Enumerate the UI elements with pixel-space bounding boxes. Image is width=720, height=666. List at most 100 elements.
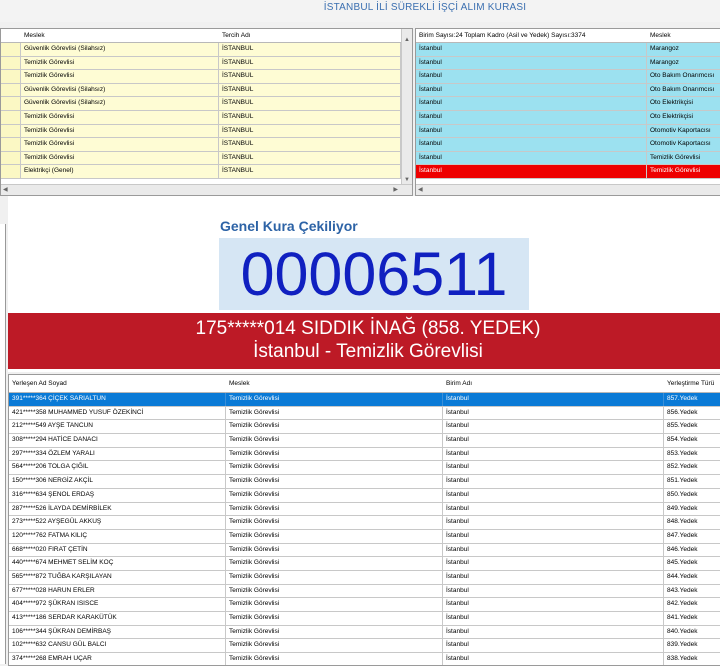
table-row[interactable]: İstanbul Oto Bakım Onarımcısı (416, 83, 720, 98)
table-row[interactable]: 273*****522 AYŞEGÜL AKKUŞ Temizlik Görevl… (9, 516, 720, 530)
table-row[interactable]: Güvenlik Görevlisi (Silahsız) İSTANBUL (1, 83, 412, 98)
table-cell: İstanbul (443, 475, 664, 488)
table-row[interactable]: 565*****872 TUĞBA KARŞILAYAN Temizlik Gör… (9, 570, 720, 585)
table-row[interactable]: İstanbul Otomotiv Kaportacısı (416, 138, 720, 152)
row-selector[interactable] (1, 43, 21, 56)
choices-grid[interactable]: Meslek Tercih Adı Güvenlik Görevlisi (Si… (0, 28, 413, 196)
table-row[interactable]: 308*****294 HATİCE DANACI Temizlik Görevl… (9, 434, 720, 448)
table-cell: 846.Yedek (667, 545, 698, 553)
table-row[interactable]: 374*****268 EMRAH UÇAR Temizlik Görevlisi… (9, 653, 720, 665)
table-row[interactable]: Güvenlik Görevlisi (Silahsız) İSTANBUL (1, 97, 412, 111)
row-selector[interactable] (1, 124, 21, 138)
table-row[interactable]: Temizlik Görevlisi İSTANBUL (1, 151, 412, 166)
table-cell: Güvenlik Görevlisi (Silahsız) (21, 83, 219, 97)
choices-grid-horizontal-scrollbar[interactable]: ◀ ▶ (1, 184, 412, 195)
table-cell: Oto Bakım Onarımcısı (647, 70, 720, 83)
table-row[interactable]: 297*****334 ÖZLEM YARALI Temizlik Görevli… (9, 447, 720, 462)
table-cell: Temizlik Görevlisi (226, 516, 443, 529)
table-row[interactable]: Temizlik Görevlisi İSTANBUL (1, 110, 412, 125)
table-row[interactable]: 677*****028 HARUN ERLER Temizlik Görevlis… (9, 584, 720, 599)
table-cell: 841.Yedek (667, 614, 698, 621)
scroll-up-icon[interactable]: ▲ (404, 37, 410, 43)
table-row[interactable]: Güvenlik Görevlisi (Silahsız) İSTANBUL (1, 43, 412, 57)
scroll-down-icon[interactable]: ▼ (404, 177, 410, 183)
column-header-yerlestirme-turu[interactable]: Yerleştirme Türü (664, 375, 720, 392)
column-header-yerlesen-ad-soyad[interactable]: Yerleşen Ad Soyad (9, 375, 226, 392)
table-row[interactable]: 668*****020 FIRAT ÇETİN Temizlik Görevlis… (9, 543, 720, 558)
row-selector[interactable] (1, 110, 21, 124)
placed-candidates-grid-body: 391*****364 ÇİÇEK SARIALTUN Temizlik Göre… (9, 393, 720, 665)
table-cell: 565*****872 TUĞBA KARŞILAYAN (9, 570, 226, 584)
column-header-tercih-adi[interactable]: Tercih Adı (219, 29, 401, 42)
table-row[interactable]: Temizlik Görevlisi İSTANBUL (1, 56, 412, 71)
row-selector[interactable] (1, 97, 21, 110)
table-row[interactable]: 287*****526 İLAYDA DEMİRBİLEK Temizlik Gö… (9, 502, 720, 517)
table-cell: 440*****674 MEHMET SELİM KOÇ (9, 557, 226, 570)
units-grid[interactable]: Birim Sayısı:24 Toplam Kadro (Asil ve Ye… (415, 28, 720, 196)
table-row[interactable]: 440*****674 MEHMET SELİM KOÇ Temizlik Gör… (9, 557, 720, 571)
table-cell: İstanbul (416, 83, 647, 97)
draw-number: 00006511 (240, 240, 508, 308)
table-row[interactable]: 391*****364 ÇİÇEK SARIALTUN Temizlik Göre… (9, 393, 720, 407)
table-row[interactable]: 102*****632 CANSU GÜL BALCI Temizlik Göre… (9, 639, 720, 654)
table-row[interactable]: 421*****358 MUHAMMED YUSUF ÖZEKİNCİ Temiz… (9, 406, 720, 421)
table-cell: İstanbul (416, 165, 647, 178)
table-row[interactable]: Temizlik Görevlisi İSTANBUL (1, 124, 412, 139)
column-header-meslek[interactable]: Meslek (226, 375, 443, 392)
scroll-left-icon[interactable]: ◀ (3, 186, 8, 193)
table-row[interactable]: 316*****634 ŞENOL ERDAŞ Temizlik Görevlis… (9, 488, 720, 503)
row-selector[interactable] (1, 138, 21, 151)
table-cell: İstanbul (443, 529, 664, 543)
table-row[interactable]: Temizlik Görevlisi İSTANBUL (1, 70, 412, 84)
table-cell: 855.Yedek (667, 422, 698, 430)
table-row[interactable]: İstanbul Oto Bakım Onarımcısı (416, 70, 720, 84)
table-cell: Temizlik Görevlisi (647, 165, 720, 178)
table-cell: Temizlik Görevlisi (226, 543, 443, 557)
table-row[interactable]: İstanbul Temizlik Görevlisi (416, 165, 720, 179)
scroll-left-icon[interactable]: ◀ (418, 186, 423, 193)
table-row[interactable]: 404*****972 ŞÜKRAN ISISCE Temizlik Görevl… (9, 598, 720, 612)
table-row[interactable]: İstanbul Temizlik Görevlisi (416, 151, 720, 166)
table-row[interactable]: İstanbul Oto Elektrikçisi (416, 110, 720, 125)
table-row[interactable]: 106*****344 ŞÜKRAN DEMİRBAŞ Temizlik Göre… (9, 625, 720, 640)
row-selector[interactable] (1, 70, 21, 83)
placed-candidates-grid[interactable]: Yerleşen Ad Soyad Meslek Birim Adı Yerle… (8, 374, 720, 666)
title-bar: İSTANBUL İLİ SÜREKLİ İŞÇİ ALIM KURASI (0, 0, 720, 22)
table-row[interactable]: Temizlik Görevlisi İSTANBUL (1, 138, 412, 152)
table-row[interactable]: 413*****186 SERDAR KARAKÜTÜK Temizlik Gör… (9, 612, 720, 626)
table-cell: Temizlik Görevlisi (226, 529, 443, 543)
left-panel-edge (0, 224, 6, 664)
table-cell: Temizlik Görevlisi (21, 124, 219, 138)
row-selector[interactable] (1, 56, 21, 70)
table-cell: İstanbul (443, 625, 664, 639)
table-cell: Oto Bakım Onarımcısı (647, 84, 720, 97)
units-grid-horizontal-scrollbar[interactable]: ◀ (416, 184, 720, 195)
column-header-meslek[interactable]: Meslek (647, 29, 720, 42)
table-cell: Temizlik Görevlisi (226, 612, 443, 625)
column-header-birim-sayisi[interactable]: Birim Sayısı:24 Toplam Kadro (Asil ve Ye… (416, 29, 647, 42)
table-row[interactable]: İstanbul Otomotiv Kaportacısı (416, 124, 720, 139)
table-cell: 850.Yedek (667, 490, 698, 498)
table-cell: 853.Yedek (667, 449, 698, 457)
table-row[interactable]: İstanbul Marangoz (416, 43, 720, 57)
table-cell: Marangoz (647, 43, 720, 56)
table-cell: Temizlik Görevlisi (21, 151, 219, 165)
column-header-birim-adi[interactable]: Birim Adı (443, 375, 664, 392)
choices-grid-vertical-scrollbar[interactable]: ▲ ▼ (401, 29, 412, 195)
table-row[interactable]: 120*****762 FATMA KILIÇ Temizlik Görevlis… (9, 529, 720, 544)
row-selector[interactable] (1, 83, 21, 97)
table-row[interactable]: 212*****549 AYŞE TANCUN Temizlik Görevlis… (9, 420, 720, 435)
table-row[interactable]: Elektrikçi (Genel) İSTANBUL (1, 165, 412, 179)
table-cell: 847.Yedek (667, 531, 698, 539)
scroll-right-icon[interactable]: ▶ (393, 186, 398, 193)
table-cell: Temizlik Görevlisi (647, 152, 720, 165)
table-row[interactable]: İstanbul Oto Elektrikçisi (416, 97, 720, 111)
table-row[interactable]: 150*****306 NERGİZ AKÇİL Temizlik Görevli… (9, 475, 720, 489)
table-cell: İSTANBUL (219, 124, 401, 138)
table-cell: İstanbul (416, 97, 647, 110)
row-selector[interactable] (1, 165, 21, 178)
column-header-meslek[interactable]: Meslek (21, 29, 219, 42)
table-row[interactable]: İstanbul Marangoz (416, 56, 720, 71)
table-row[interactable]: 564*****206 TOLGA ÇIĞIL Temizlik Görevlis… (9, 461, 720, 476)
row-selector[interactable] (1, 151, 21, 165)
